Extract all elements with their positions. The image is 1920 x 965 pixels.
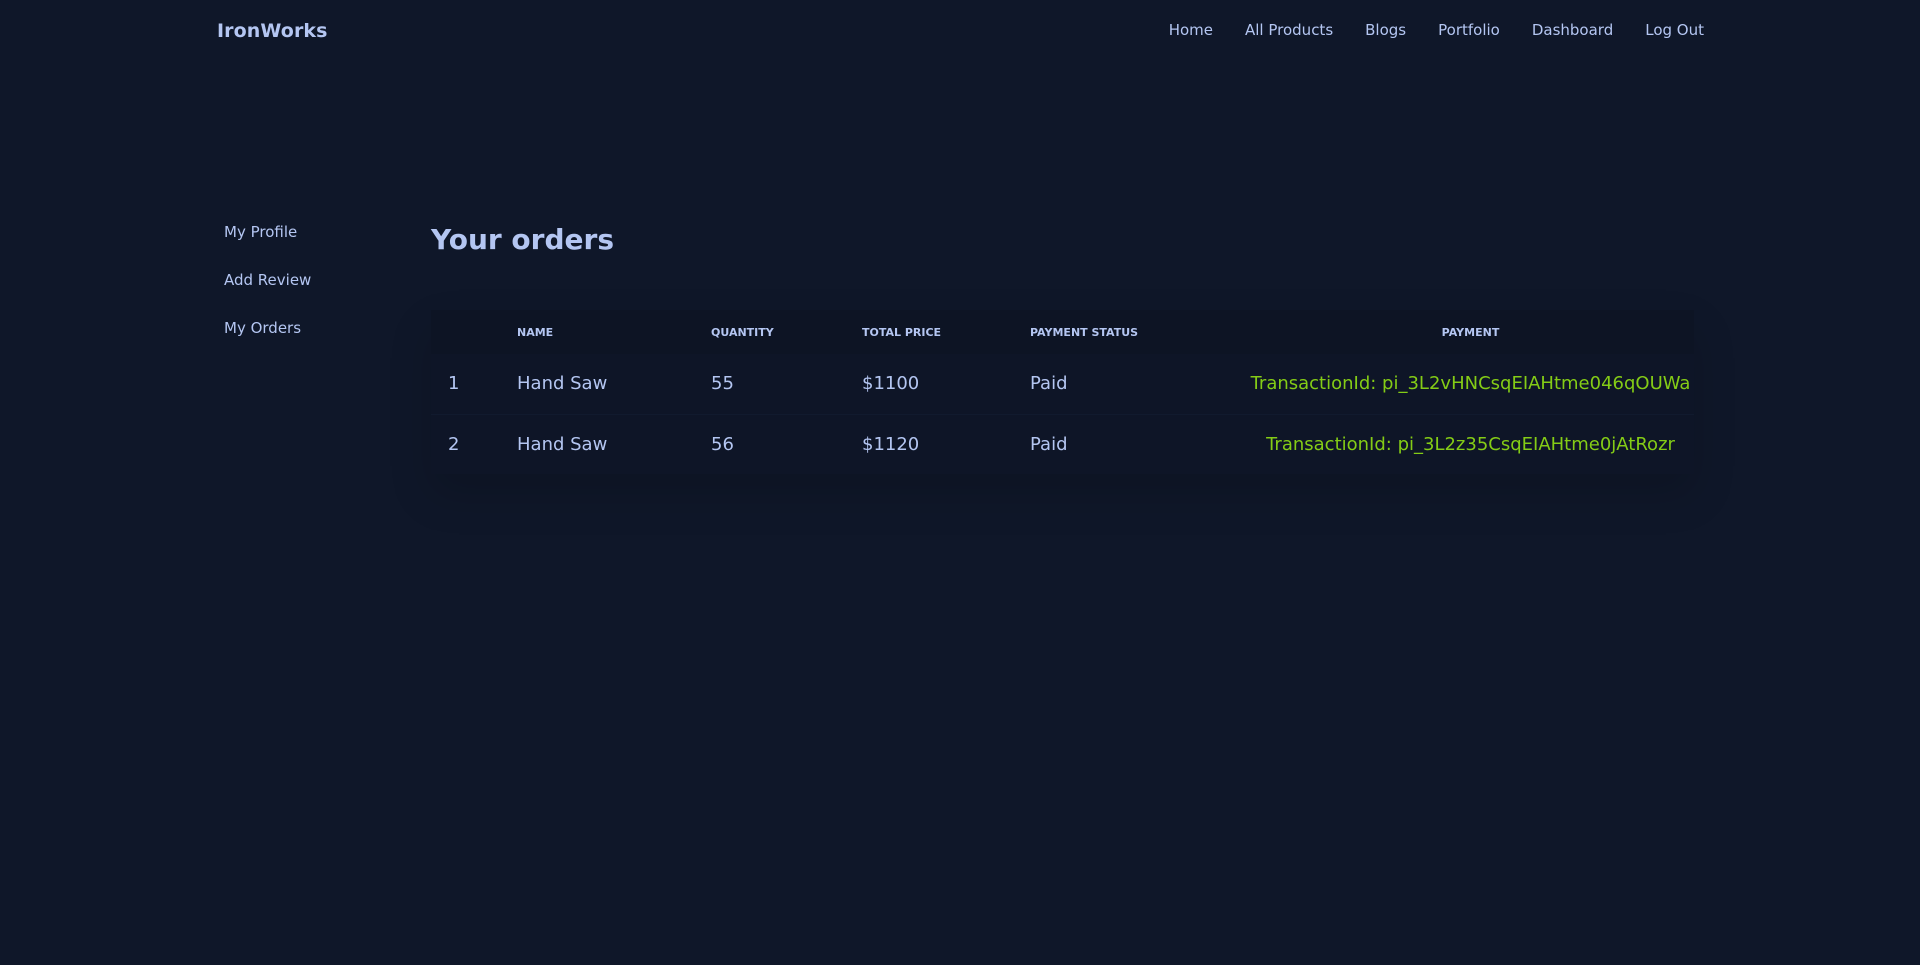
row-name: Hand Saw: [517, 373, 608, 395]
row-total-price: $1120: [862, 433, 920, 455]
navbar: IronWorks Home All Products Blogs Portfo…: [0, 0, 1920, 66]
page-title: Your orders: [431, 223, 614, 256]
row-total-price: $1100: [862, 373, 920, 395]
row-index: 1: [448, 373, 460, 395]
header-payment: Payment: [1441, 325, 1500, 339]
row-payment-status: Paid: [1030, 373, 1068, 395]
nav-home-link[interactable]: Home: [1153, 21, 1229, 39]
orders-table-container: Name Quantity Total Price Payment Status…: [431, 310, 1694, 474]
nav-all-products-link[interactable]: All Products: [1229, 21, 1349, 39]
dashboard-sidebar: My Profile Add Review My Orders: [224, 220, 394, 364]
row-transaction-id: TransactionId: pi_3L2vHNCsqEIAHtme046qOU…: [1250, 373, 1691, 395]
brand-logo[interactable]: IronWorks: [217, 20, 328, 42]
table-row: 2 Hand Saw 56 $1120 Paid TransactionId: …: [431, 414, 1694, 474]
sidebar-item-my-profile[interactable]: My Profile: [224, 220, 394, 268]
nav-logout-link[interactable]: Log Out: [1629, 21, 1704, 39]
sidebar-item-add-review[interactable]: Add Review: [224, 268, 394, 316]
nav-links: Home All Products Blogs Portfolio Dashbo…: [1153, 21, 1704, 39]
row-quantity: 56: [711, 433, 734, 455]
header-payment-status: Payment Status: [1030, 325, 1139, 339]
header-index: [431, 310, 517, 354]
table-row: 1 Hand Saw 55 $1100 Paid TransactionId: …: [431, 354, 1694, 414]
row-name: Hand Saw: [517, 433, 608, 455]
row-index: 2: [448, 433, 460, 455]
sidebar-item-my-orders[interactable]: My Orders: [224, 316, 394, 364]
row-payment-status: Paid: [1030, 433, 1068, 455]
nav-dashboard-link[interactable]: Dashboard: [1516, 21, 1629, 39]
table-header-row: Name Quantity Total Price Payment Status…: [431, 310, 1694, 354]
row-transaction-id: TransactionId: pi_3L2z35CsqEIAHtme0jAtRo…: [1266, 433, 1675, 455]
header-name: Name: [517, 325, 554, 339]
nav-portfolio-link[interactable]: Portfolio: [1422, 21, 1516, 39]
nav-blogs-link[interactable]: Blogs: [1349, 21, 1422, 39]
header-quantity: Quantity: [711, 325, 774, 339]
header-total-price: Total Price: [862, 325, 942, 339]
orders-table: Name Quantity Total Price Payment Status…: [431, 310, 1694, 474]
row-quantity: 55: [711, 373, 734, 395]
